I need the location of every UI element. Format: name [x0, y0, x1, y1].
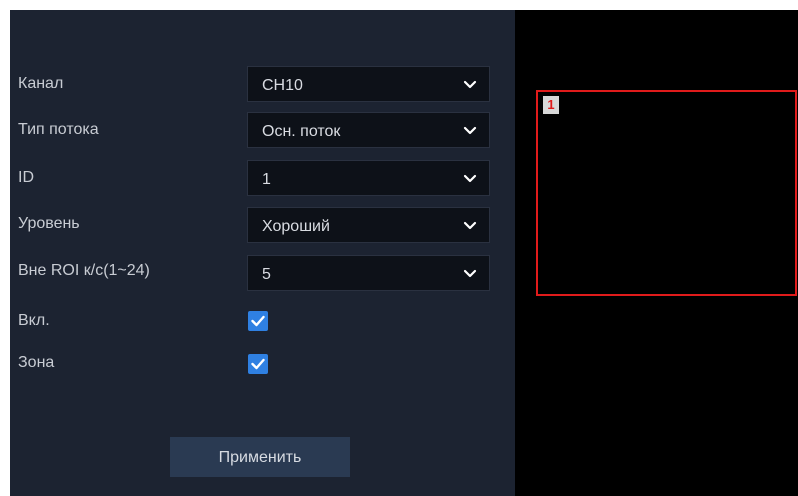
stream-type-select[interactable]: Осн. поток [247, 112, 490, 148]
apply-button[interactable]: Применить [170, 437, 350, 477]
channel-label: Канал [18, 75, 64, 92]
stream-type-value: Осн. поток [262, 123, 341, 140]
chevron-down-icon [463, 80, 477, 89]
level-select[interactable]: Хороший [247, 207, 490, 243]
chevron-down-icon [463, 174, 477, 183]
enable-label: Вкл. [18, 312, 50, 329]
id-select[interactable]: 1 [247, 160, 490, 196]
roi-region[interactable]: 1 [536, 90, 797, 296]
checkmark-icon [251, 315, 265, 327]
id-value: 1 [262, 171, 271, 188]
level-value: Хороший [262, 218, 330, 235]
non-roi-fps-label: Вне ROI к/с(1~24) [18, 262, 150, 279]
stream-type-label: Тип потока [18, 121, 99, 138]
id-label: ID [18, 169, 34, 186]
non-roi-fps-select[interactable]: 5 [247, 255, 490, 291]
level-label: Уровень [18, 215, 80, 232]
chevron-down-icon [463, 269, 477, 278]
checkmark-icon [251, 358, 265, 370]
non-roi-fps-value: 5 [262, 266, 271, 283]
chevron-down-icon [463, 221, 477, 230]
chevron-down-icon [463, 126, 477, 135]
channel-value: CH10 [262, 77, 303, 94]
zone-label: Зона [18, 354, 55, 371]
roi-region-number: 1 [543, 96, 559, 114]
zone-checkbox[interactable] [248, 354, 268, 374]
enable-checkbox[interactable] [248, 311, 268, 331]
channel-select[interactable]: CH10 [247, 66, 490, 102]
